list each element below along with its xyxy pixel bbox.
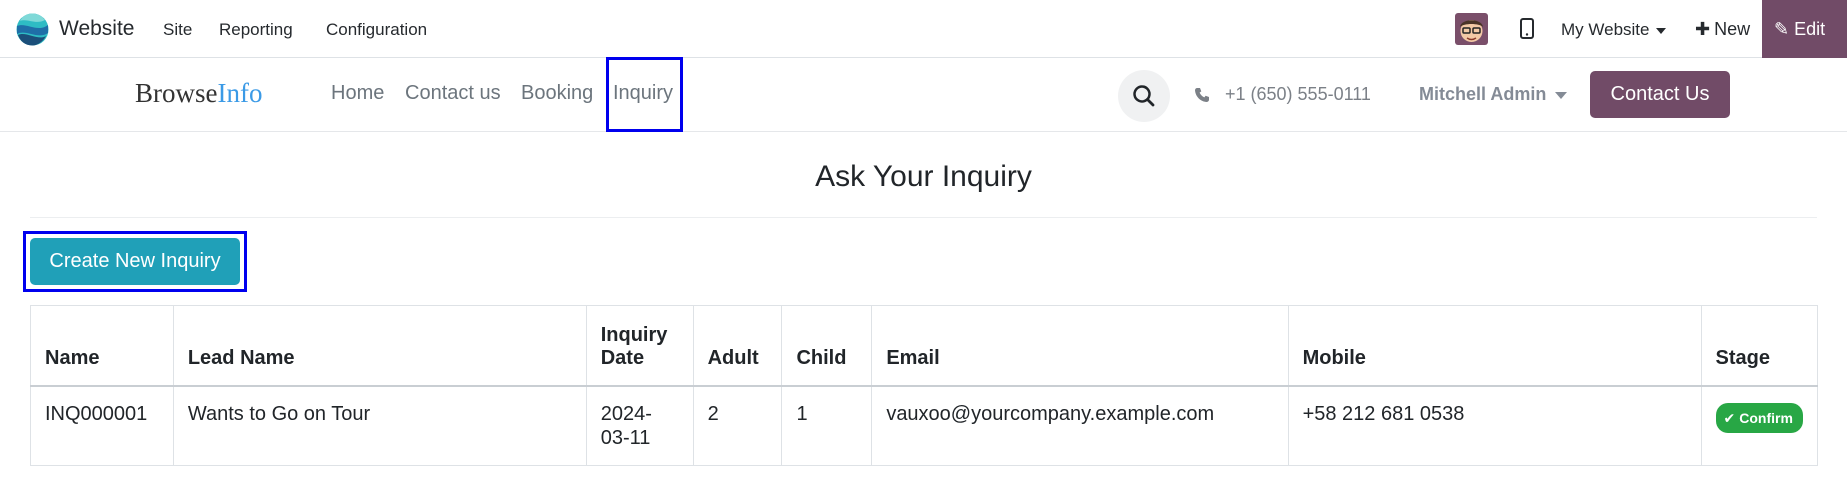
edit-button[interactable]: ✎ Edit	[1762, 0, 1847, 58]
edit-button-label: Edit	[1794, 19, 1826, 39]
table-header-row: Name Lead Name Inquiry Date Adult Child …	[30, 305, 1819, 386]
col-header-adult: Adult	[692, 305, 783, 386]
menu-site[interactable]: Site	[163, 20, 192, 40]
col-header-lead-name: Lead Name	[172, 305, 587, 386]
cell-lead-name: Wants to Go on Tour	[172, 385, 587, 466]
cell-mobile: +58 212 681 0538	[1287, 385, 1702, 466]
app-name[interactable]: Website	[59, 17, 134, 41]
mobile-preview-icon[interactable]	[1520, 18, 1534, 39]
cell-stage: ✔ Confirm	[1700, 385, 1819, 466]
website-app-icon[interactable]	[16, 13, 49, 46]
search-button[interactable]	[1118, 70, 1170, 122]
user-menu[interactable]: Mitchell Admin	[1419, 84, 1568, 105]
new-button-label: New	[1714, 19, 1751, 39]
nav-contact-us[interactable]: Contact us	[405, 82, 501, 105]
phone-icon	[1195, 88, 1209, 102]
status-badge: ✔ Confirm	[1715, 402, 1803, 433]
highlight-box-create-button	[23, 231, 247, 292]
menu-reporting[interactable]: Reporting	[219, 20, 293, 40]
website-header: BrowseInfo Home Contact us Booking Inqui…	[0, 57, 1847, 132]
col-header-mobile: Mobile	[1287, 305, 1702, 386]
brand-logo[interactable]: BrowseInfo	[135, 78, 262, 109]
contact-us-button[interactable]: Contact Us	[1590, 71, 1730, 118]
table-row[interactable]: INQ000001 Wants to Go on Tour 2024-03-11…	[30, 385, 1819, 466]
col-header-inquiry-date: Inquiry Date	[585, 305, 694, 386]
col-header-stage: Stage	[1700, 305, 1819, 386]
nav-home[interactable]: Home	[331, 82, 384, 105]
new-button[interactable]: ✚ New	[1695, 19, 1750, 40]
pencil-icon: ✎	[1774, 19, 1790, 39]
check-icon: ✔	[1723, 409, 1736, 426]
menu-configuration[interactable]: Configuration	[326, 20, 427, 40]
odoo-top-bar: Website Site Reporting Configuration My …	[0, 0, 1847, 58]
cell-child: 1	[781, 385, 873, 466]
col-header-name: Name	[30, 305, 174, 386]
page-title: Ask Your Inquiry	[815, 160, 1032, 193]
col-header-child: Child	[781, 305, 873, 386]
website-switcher-label: My Website	[1561, 20, 1650, 39]
phone-number[interactable]: +1 (650) 555-0111	[1225, 84, 1371, 105]
status-badge-label: Confirm	[1739, 409, 1793, 426]
website-switcher[interactable]: My Website	[1561, 20, 1666, 40]
divider	[30, 217, 1817, 218]
user-avatar[interactable]	[1455, 13, 1488, 45]
inquiry-table: Name Lead Name Inquiry Date Adult Child …	[30, 305, 1819, 466]
search-icon	[1133, 85, 1155, 107]
cell-name[interactable]: INQ000001	[30, 385, 174, 466]
chevron-down-icon	[1555, 91, 1568, 99]
cell-email: vauxoo@yourcompany.example.com	[871, 385, 1289, 466]
user-name: Mitchell Admin	[1419, 84, 1547, 104]
cell-adult: 2	[692, 385, 783, 466]
col-header-email: Email	[871, 305, 1289, 386]
nav-booking[interactable]: Booking	[521, 82, 593, 105]
cell-inquiry-date: 2024-03-11	[585, 385, 694, 466]
highlight-box-inquiry	[606, 57, 683, 132]
chevron-down-icon	[1655, 27, 1666, 34]
brand-text-info: Info	[217, 78, 263, 108]
brand-text-browse: Browse	[135, 78, 218, 108]
plus-icon: ✚	[1695, 19, 1711, 39]
